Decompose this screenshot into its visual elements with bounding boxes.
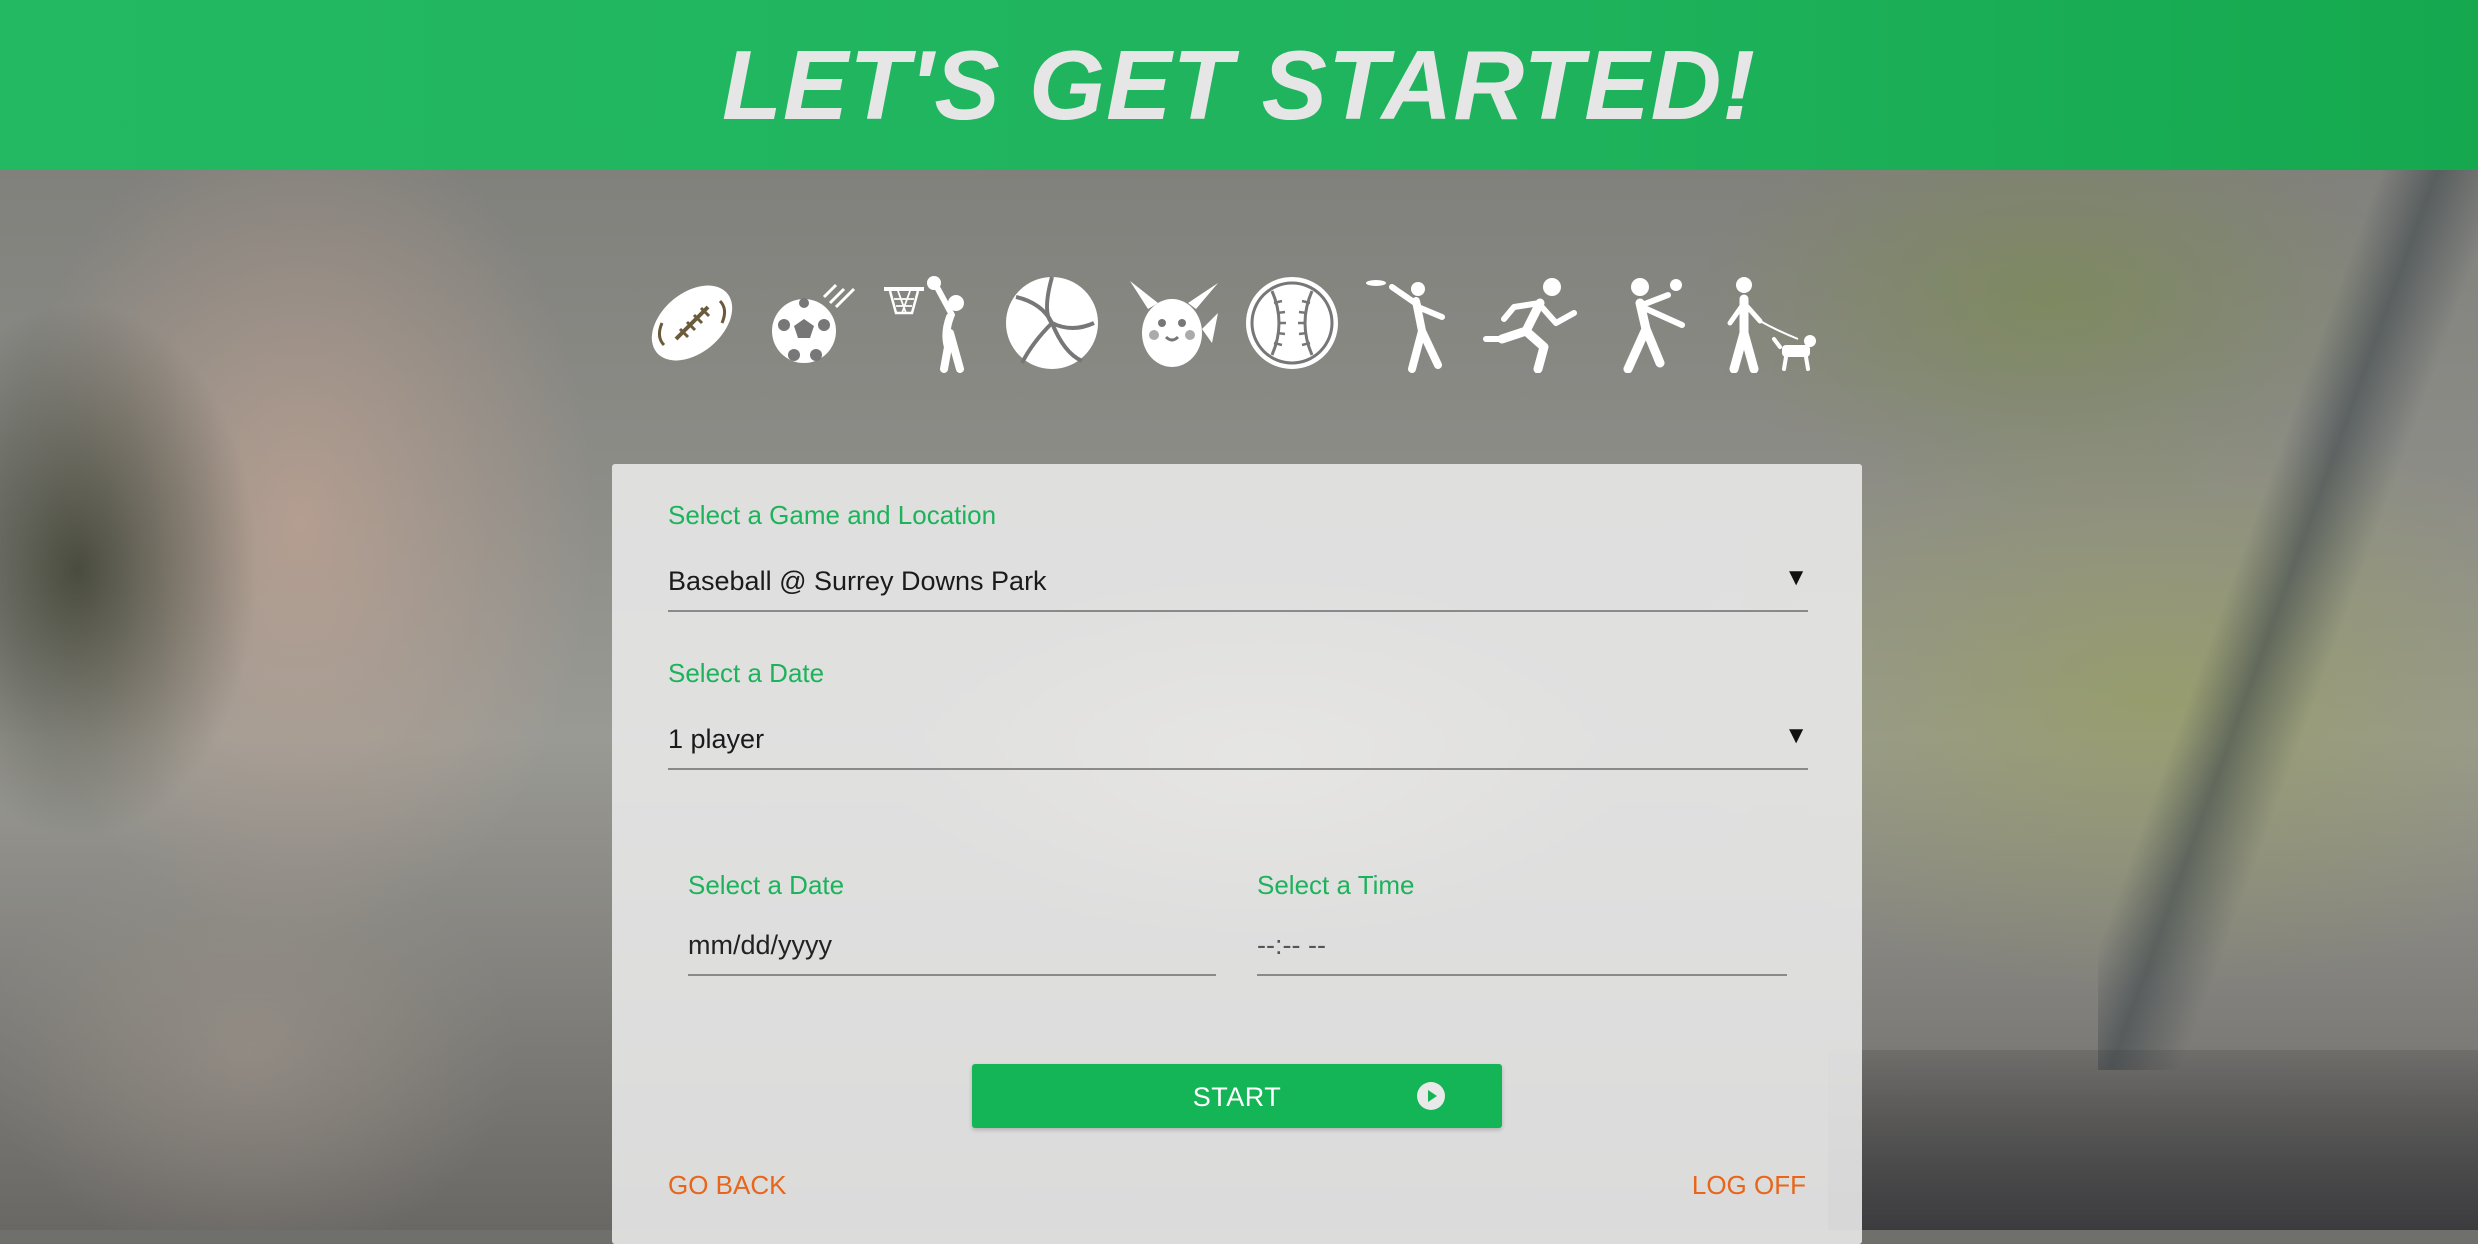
start-button[interactable]: START: [972, 1064, 1502, 1128]
time-placeholder: --:-- --: [1257, 930, 1326, 960]
handball-icon[interactable]: [1600, 271, 1704, 375]
players-value: 1 player: [668, 724, 765, 754]
go-back-link[interactable]: GO BACK: [668, 1170, 786, 1201]
volleyball-icon[interactable]: [1000, 271, 1104, 375]
dropdown-arrow-icon: ▼: [1784, 722, 1808, 749]
game-setup-card: Select a Game and Location Baseball @ Su…: [612, 464, 1862, 1244]
date-input[interactable]: mm/dd/yyyy: [688, 914, 1216, 976]
game-location-label: Select a Game and Location: [668, 500, 997, 530]
background-foliage: [0, 300, 260, 840]
soccer-icon[interactable]: [760, 271, 864, 375]
time-input[interactable]: --:-- --: [1257, 914, 1787, 976]
log-off-link[interactable]: LOG OFF: [1692, 1170, 1806, 1201]
background-bench: [2098, 170, 2478, 1070]
frisbee-icon[interactable]: [1360, 271, 1464, 375]
game-location-value: Baseball @ Surrey Downs Park: [668, 566, 1047, 596]
game-location-select[interactable]: Baseball @ Surrey Downs Park ▼: [668, 548, 1808, 612]
time-label: Select a Time: [1257, 870, 1415, 900]
players-select[interactable]: 1 player ▼: [668, 706, 1808, 770]
dropdown-arrow-icon: ▼: [1784, 564, 1808, 591]
background-bench-seat: [1828, 1050, 2478, 1230]
page-title: LET'S GET STARTED!: [721, 30, 1757, 140]
play-circle-icon: [1417, 1082, 1445, 1110]
players-label: Select a Date: [668, 658, 825, 688]
football-icon[interactable]: [640, 271, 744, 375]
header-banner: LET'S GET STARTED!: [0, 0, 2478, 170]
sport-selector: [640, 268, 1824, 378]
dog-walking-icon[interactable]: [1720, 271, 1824, 375]
date-placeholder: mm/dd/yyyy: [688, 930, 833, 960]
date-label: Select a Date: [688, 870, 845, 900]
baseball-icon[interactable]: [1240, 271, 1344, 375]
pokemon-go-icon[interactable]: [1120, 271, 1224, 375]
basketball-icon[interactable]: [880, 271, 984, 375]
running-icon[interactable]: [1480, 271, 1584, 375]
